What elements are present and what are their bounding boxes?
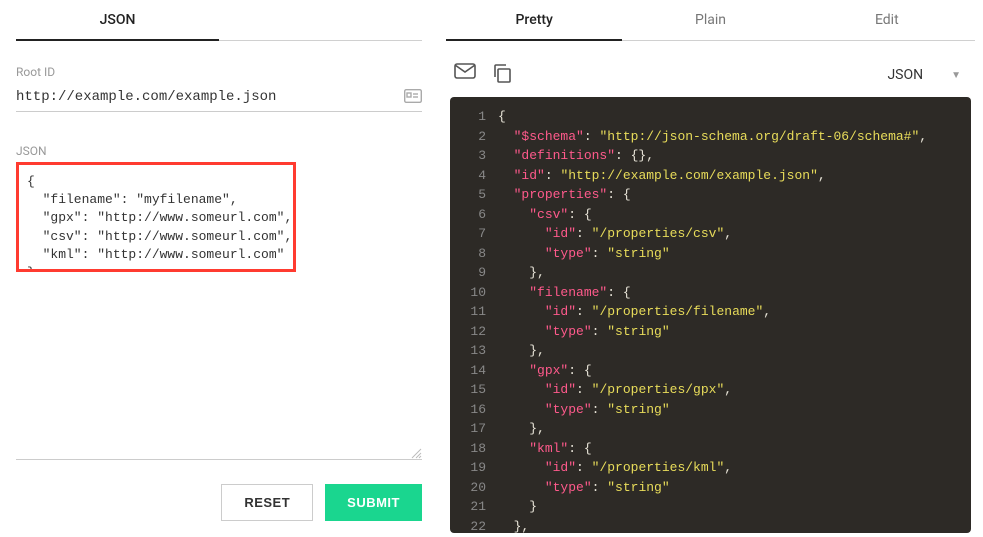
code-line: 11 "id": "/properties/filename",: [450, 302, 971, 322]
code-content: "type": "string": [498, 322, 670, 342]
code-content: "type": "string": [498, 400, 670, 420]
line-number: 5: [462, 185, 486, 205]
code-line: 12 "type": "string": [450, 322, 971, 342]
line-number: 6: [462, 205, 486, 225]
line-number: 13: [462, 341, 486, 361]
button-row: RESET SUBMIT: [16, 460, 422, 521]
line-number: 22: [462, 517, 486, 534]
code-content: "type": "string": [498, 244, 670, 264]
right-panel: Pretty Plain Edit JSON ▼ 1{2 "$schema": [438, 0, 983, 537]
code-content: {: [498, 107, 506, 127]
submit-button[interactable]: SUBMIT: [325, 484, 422, 521]
code-line: 3 "definitions": {},: [450, 146, 971, 166]
root-id-label: Root ID: [16, 65, 422, 79]
tab-pretty[interactable]: Pretty: [446, 0, 622, 40]
code-line: 19 "id": "/properties/kml",: [450, 458, 971, 478]
line-number: 8: [462, 244, 486, 264]
right-tabs: Pretty Plain Edit: [446, 0, 975, 41]
code-content: "filename": {: [498, 283, 631, 303]
chevron-down-icon: ▼: [951, 70, 961, 81]
code-content: "id": "/properties/gpx",: [498, 380, 732, 400]
code-content: "type": "string": [498, 478, 670, 498]
code-line: 18 "kml": {: [450, 439, 971, 459]
left-panel: JSON Root ID JSON RESET SUBMIT: [0, 0, 438, 537]
line-number: 16: [462, 400, 486, 420]
code-content: "id": "/properties/filename",: [498, 302, 771, 322]
line-number: 10: [462, 283, 486, 303]
line-number: 15: [462, 380, 486, 400]
code-content: "definitions": {},: [498, 146, 654, 166]
line-number: 18: [462, 439, 486, 459]
line-number: 2: [462, 127, 486, 147]
format-selected-label: JSON: [887, 67, 923, 83]
tab-plain[interactable]: Plain: [622, 0, 798, 40]
line-number: 9: [462, 263, 486, 283]
code-line: 7 "id": "/properties/csv",: [450, 224, 971, 244]
id-card-icon[interactable]: [404, 88, 422, 107]
code-line: 16 "type": "string": [450, 400, 971, 420]
line-number: 14: [462, 361, 486, 381]
code-line: 6 "csv": {: [450, 205, 971, 225]
json-input[interactable]: [16, 162, 296, 272]
code-content: "id": "/properties/csv",: [498, 224, 732, 244]
tab-edit[interactable]: Edit: [799, 0, 975, 40]
reset-button[interactable]: RESET: [221, 484, 313, 521]
code-content: "$schema": "http://json-schema.org/draft…: [498, 127, 927, 147]
code-content: "gpx": {: [498, 361, 592, 381]
code-line: 20 "type": "string": [450, 478, 971, 498]
code-line: 4 "id": "http://example.com/example.json…: [450, 166, 971, 186]
code-content: }: [498, 497, 537, 517]
left-tabs: JSON: [16, 0, 422, 41]
code-line: 14 "gpx": {: [450, 361, 971, 381]
code-content: "id": "http://example.com/example.json",: [498, 166, 826, 186]
line-number: 17: [462, 419, 486, 439]
code-line: 2 "$schema": "http://json-schema.org/dra…: [450, 127, 971, 147]
line-number: 3: [462, 146, 486, 166]
copy-icon[interactable]: [492, 63, 512, 87]
line-number: 19: [462, 458, 486, 478]
line-number: 4: [462, 166, 486, 186]
json-label: JSON: [16, 144, 422, 158]
tab-json[interactable]: JSON: [16, 0, 219, 40]
format-select[interactable]: JSON ▼: [887, 67, 967, 83]
code-content: },: [498, 419, 545, 439]
code-line: 15 "id": "/properties/gpx",: [450, 380, 971, 400]
code-output[interactable]: 1{2 "$schema": "http://json-schema.org/d…: [450, 97, 971, 533]
output-toolbar: JSON ▼: [446, 57, 975, 97]
code-line: 1{: [450, 107, 971, 127]
code-content: "id": "/properties/kml",: [498, 458, 732, 478]
line-number: 7: [462, 224, 486, 244]
mail-icon[interactable]: [454, 63, 476, 87]
resize-handle-icon[interactable]: [410, 447, 422, 459]
code-line: 9 },: [450, 263, 971, 283]
code-content: },: [498, 517, 529, 534]
code-line: 22 },: [450, 517, 971, 534]
root-id-row: [16, 83, 422, 112]
code-line: 17 },: [450, 419, 971, 439]
line-number: 20: [462, 478, 486, 498]
code-line: 13 },: [450, 341, 971, 361]
code-line: 10 "filename": {: [450, 283, 971, 303]
code-line: 21 }: [450, 497, 971, 517]
code-content: "csv": {: [498, 205, 592, 225]
code-content: },: [498, 263, 545, 283]
code-line: 8 "type": "string": [450, 244, 971, 264]
json-textarea-extent[interactable]: [16, 280, 422, 460]
line-number: 21: [462, 497, 486, 517]
root-id-input[interactable]: [16, 83, 398, 111]
code-line: 5 "properties": {: [450, 185, 971, 205]
line-number: 12: [462, 322, 486, 342]
code-content: "properties": {: [498, 185, 631, 205]
line-number: 11: [462, 302, 486, 322]
code-content: "kml": {: [498, 439, 592, 459]
line-number: 1: [462, 107, 486, 127]
code-content: },: [498, 341, 545, 361]
